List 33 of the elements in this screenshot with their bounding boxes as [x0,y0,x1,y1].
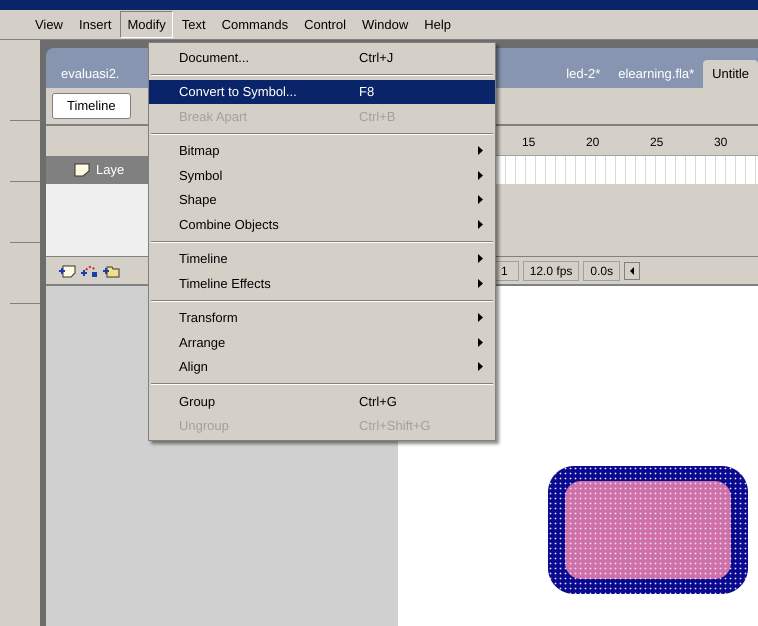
menu-item[interactable]: Convert to Symbol... F8 [149,80,495,104]
menu-item[interactable]: Arrange [149,330,495,354]
document-tab[interactable]: Untitle [703,60,758,88]
left-arrow-icon [630,266,634,274]
timeline-button[interactable]: Timeline [52,93,131,119]
menu-bar-item[interactable]: Help [417,10,458,38]
menu-item[interactable]: Symbol [149,163,495,188]
layer-icon [74,163,90,177]
menu-item[interactable]: Bitmap [149,138,495,163]
add-folder-icon[interactable] [102,264,120,278]
menu-bar-item[interactable]: Window [355,10,416,38]
menu-item[interactable]: Combine Objects [149,212,495,236]
scroll-left-button[interactable] [624,262,640,280]
menu-item[interactable]: Align [149,354,495,379]
menu-bar-item[interactable]: Insert [72,10,118,38]
menu-item[interactable]: Group Ctrl+G [149,389,495,414]
menu-item[interactable]: Transform [149,306,495,330]
menu-bar-item[interactable]: Commands [214,10,296,38]
add-layer-icon[interactable] [58,264,76,278]
menu-bar-item[interactable]: Modify [120,10,173,38]
frame-number: 20 [586,134,600,151]
menu-bar-item[interactable]: Text [174,10,213,38]
menu-bar-item[interactable]: View [28,10,70,38]
frame-number: 30 [714,134,728,151]
frame-number: 15 [522,134,536,151]
menu-bar-item[interactable]: Control [297,10,353,38]
elapsed-time: 0.0s [583,260,620,280]
frame-rate: 12.0 fps [522,260,580,280]
add-motion-guide-icon[interactable] [80,264,98,278]
frame-number: 25 [650,134,664,151]
layer-name: Laye [96,161,124,180]
menu-item[interactable]: Shape [149,188,495,212]
menu-item[interactable]: Document... Ctrl+J [149,45,495,70]
